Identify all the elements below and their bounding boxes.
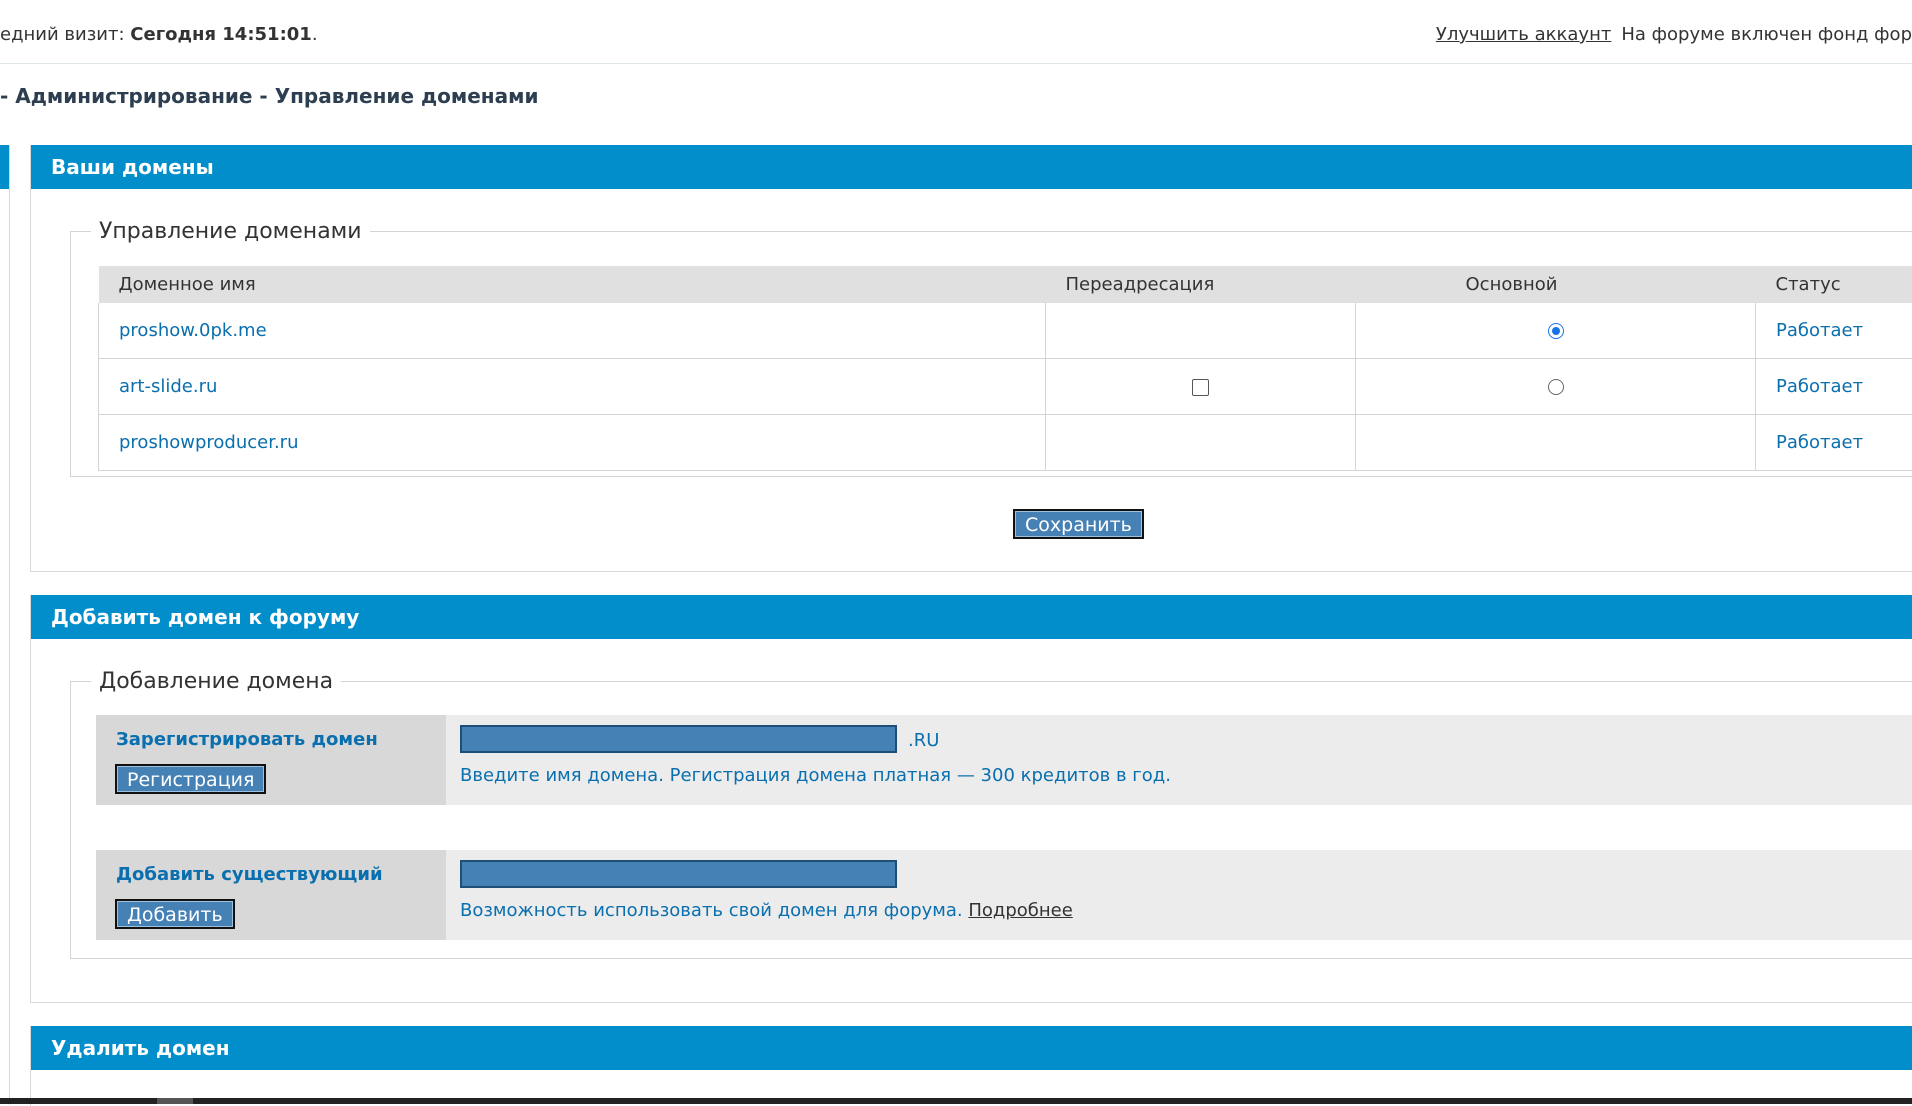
domain-link[interactable]: proshowproducer.ru <box>99 415 1046 471</box>
table-row: art-slide.ru Работает <box>99 359 1912 415</box>
add-button[interactable]: Добавить <box>115 899 235 929</box>
left-sidebar-accent <box>0 145 9 189</box>
column-primary: Основной <box>1356 266 1756 303</box>
table-header-row: Доменное имя Переадресация Основной Стат… <box>99 266 1912 303</box>
forum-notice: На форуме включен фонд фор <box>1621 24 1912 45</box>
left-sidebar-border <box>9 145 10 1105</box>
add-domain-legend: Добавление домена <box>91 669 341 694</box>
last-visit-value: Сегодня 14:51:01 <box>130 24 312 45</box>
table-row: proshow.0pk.me Работает <box>99 303 1912 359</box>
redirect-cell <box>1046 415 1356 471</box>
taskbar-item <box>157 1098 193 1104</box>
primary-cell <box>1356 303 1756 359</box>
status-text: Работает <box>1756 359 1912 415</box>
bottom-taskbar-strip <box>0 1098 1912 1104</box>
add-existing-label: Добавить существующий <box>116 864 383 885</box>
column-status: Статус <box>1756 266 1912 303</box>
your-domains-header: Ваши домены <box>31 145 1912 189</box>
column-redirect: Переадресация <box>1046 266 1356 303</box>
domain-link[interactable]: proshow.0pk.me <box>99 303 1046 359</box>
existing-domain-input[interactable] <box>460 860 897 888</box>
register-domain-label: Зарегистрировать домен <box>116 729 378 750</box>
register-domain-label-cell: Зарегистрировать домен Регистрация <box>96 715 446 805</box>
register-domain-hint: Введите имя домена. Регистрация домена п… <box>460 765 1171 786</box>
register-domain-row: Зарегистрировать домен Регистрация .RU В… <box>96 715 1912 805</box>
breadcrumb: - Администрирование - Управление доменам… <box>0 84 538 108</box>
add-existing-label-cell: Добавить существующий Добавить <box>96 850 446 940</box>
primary-cell <box>1356 359 1756 415</box>
top-right-links: Улучшить аккаунт На форуме включен фонд ф… <box>1436 24 1912 45</box>
more-info-link[interactable]: Подробнее <box>968 900 1072 921</box>
domain-link[interactable]: art-slide.ru <box>99 359 1046 415</box>
last-visit: едний визит: Сегодня 14:51:01. <box>0 24 318 45</box>
table-row: proshowproducer.ru Работает <box>99 415 1912 471</box>
primary-cell <box>1356 415 1756 471</box>
status-text: Работает <box>1756 415 1912 471</box>
top-info-bar: едний визит: Сегодня 14:51:01. Улучшить … <box>0 0 1912 64</box>
primary-radio-selected[interactable] <box>1548 323 1564 339</box>
manage-domains-legend: Управление доменами <box>91 219 370 244</box>
add-existing-domain-row: Добавить существующий Добавить Возможнос… <box>96 850 1912 940</box>
domains-table: Доменное имя Переадресация Основной Стат… <box>98 266 1912 471</box>
status-text: Работает <box>1756 303 1912 359</box>
column-domain-name: Доменное имя <box>99 266 1046 303</box>
redirect-cell <box>1046 359 1356 415</box>
primary-radio[interactable] <box>1548 379 1564 395</box>
save-button[interactable]: Сохранить <box>1013 509 1144 539</box>
delete-domain-header: Удалить домен <box>31 1026 1912 1070</box>
existing-domain-hint-text: Возможность использовать свой домен для … <box>460 900 963 921</box>
add-domain-header: Добавить домен к форуму <box>31 595 1912 639</box>
delete-domain-panel: Удалить домен <box>30 1026 1912 1106</box>
existing-domain-hint: Возможность использовать свой домен для … <box>460 900 1073 921</box>
upgrade-account-link[interactable]: Улучшить аккаунт <box>1436 24 1611 45</box>
your-domains-panel: Ваши домены Управление доменами Доменное… <box>30 145 1912 572</box>
register-button[interactable]: Регистрация <box>115 764 266 794</box>
register-domain-input[interactable] <box>460 725 897 753</box>
redirect-checkbox[interactable] <box>1192 379 1209 396</box>
redirect-cell <box>1046 303 1356 359</box>
domain-suffix: .RU <box>908 730 939 751</box>
last-visit-label: едний визит: <box>0 24 125 45</box>
